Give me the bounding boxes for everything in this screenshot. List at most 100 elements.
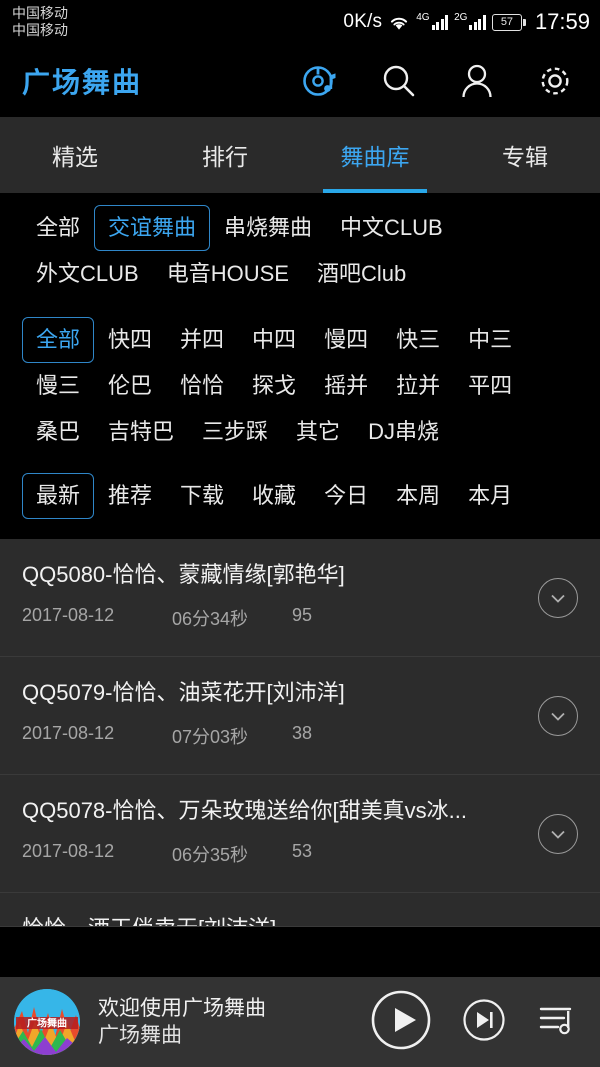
playlist-icon[interactable] bbox=[536, 999, 578, 1046]
chip-label: 串烧舞曲 bbox=[224, 215, 313, 240]
chevron-down-icon[interactable] bbox=[538, 577, 578, 618]
tab-paihang[interactable]: 排行 bbox=[150, 117, 300, 193]
filter-style-bingsi[interactable]: 并四 bbox=[166, 317, 238, 363]
song-count: 38 bbox=[292, 722, 313, 743]
chip-label: 桑巴 bbox=[36, 419, 81, 444]
filter-style-qiaqia[interactable]: 恰恰 bbox=[166, 363, 238, 409]
chip-label: 快四 bbox=[108, 327, 153, 352]
song-duration: 06分35秒 bbox=[172, 844, 249, 865]
filter-panel: 全部 交谊舞曲 串烧舞曲 中文CLUB 外文CLUB 电音HOUSE 酒吧Clu… bbox=[0, 193, 600, 539]
chip-label: 本月 bbox=[468, 483, 513, 508]
carrier-sim2: 中国移动 bbox=[12, 22, 68, 38]
filter-style-jitba[interactable]: 吉特巴 bbox=[94, 409, 188, 455]
filter-sort-jinri[interactable]: 今日 bbox=[310, 473, 382, 519]
now-playing-artist: 广场舞曲 bbox=[98, 1024, 182, 1047]
chip-label: 并四 bbox=[180, 327, 225, 352]
header-actions bbox=[300, 60, 582, 102]
chip-label: 全部 bbox=[36, 215, 81, 240]
filter-style-dj-chuanshao[interactable]: DJ串烧 bbox=[354, 409, 453, 455]
battery-icon: 57 bbox=[491, 13, 526, 31]
chip-label: 吉特巴 bbox=[108, 419, 175, 444]
sim1-signal-bars bbox=[431, 14, 449, 30]
filter-category-chuanshaowuqu[interactable]: 串烧舞曲 bbox=[210, 205, 326, 251]
filter-style-labing[interactable]: 拉并 bbox=[382, 363, 454, 409]
album-art[interactable]: 广场舞曲 bbox=[14, 989, 80, 1055]
table-row[interactable]: QQ5078-恰恰、万朵玫瑰送给你[甜美真vs冰... 2017-08-12 0… bbox=[0, 775, 600, 893]
filter-category-quanbu[interactable]: 全部 bbox=[22, 205, 94, 251]
filter-sort-xiazai[interactable]: 下载 bbox=[166, 473, 238, 519]
filter-style-mansi[interactable]: 慢四 bbox=[310, 317, 382, 363]
song-count: 53 bbox=[292, 840, 313, 861]
filter-style-mansan[interactable]: 慢三 bbox=[22, 363, 94, 409]
filter-style-kuaisan[interactable]: 快三 bbox=[382, 317, 454, 363]
sim2-signal-bars bbox=[469, 14, 486, 30]
song-duration: 06分34秒 bbox=[172, 608, 249, 629]
now-playing-info: 欢迎使用广场舞曲 广场舞曲 bbox=[98, 995, 266, 1050]
song-duration: 07分03秒 bbox=[172, 726, 249, 747]
song-title: 恰恰、酒干倘卖无[刘沛洋] bbox=[22, 915, 578, 926]
chip-label: 中三 bbox=[468, 327, 513, 352]
carrier-sim1: 中国移动 bbox=[12, 5, 68, 22]
table-row[interactable]: QQ5080-恰恰、蒙藏情缘[郭艳华] 2017-08-12 06分34秒 95 bbox=[0, 539, 600, 657]
song-title: QQ5079-恰恰、油菜花开[刘沛洋] bbox=[22, 680, 345, 705]
settings-gear-icon[interactable] bbox=[534, 60, 576, 102]
next-track-icon[interactable] bbox=[462, 998, 506, 1047]
filter-category-jiuba-club[interactable]: 酒吧Club bbox=[303, 251, 420, 297]
table-row[interactable]: QQ5079-恰恰、油菜花开[刘沛洋] 2017-08-12 07分03秒 38 bbox=[0, 657, 600, 775]
filter-style-lunba[interactable]: 伦巴 bbox=[94, 363, 166, 409]
chevron-down-icon[interactable] bbox=[538, 813, 578, 854]
chip-label: 探戈 bbox=[252, 373, 297, 398]
chip-label: 电音HOUSE bbox=[166, 261, 289, 286]
chip-label: 平四 bbox=[468, 373, 513, 398]
user-icon[interactable] bbox=[456, 60, 498, 102]
filter-style-sanbucai[interactable]: 三步踩 bbox=[188, 409, 282, 455]
chip-label: 中文CLUB bbox=[340, 215, 443, 240]
chip-label: 交谊舞曲 bbox=[108, 215, 197, 240]
filter-sort-benzhou[interactable]: 本周 bbox=[382, 473, 454, 519]
song-date: 2017-08-12 bbox=[22, 840, 115, 861]
filter-category-jiaoyiwuqu[interactable]: 交谊舞曲 bbox=[94, 205, 211, 251]
filter-style-zhongsan[interactable]: 中三 bbox=[454, 317, 526, 363]
tab-zhuanji[interactable]: 专辑 bbox=[450, 117, 600, 193]
filter-style-qita[interactable]: 其它 bbox=[282, 409, 354, 455]
filter-style-tange[interactable]: 探戈 bbox=[238, 363, 310, 409]
status-clock: 17:59 bbox=[534, 9, 590, 34]
filter-style-zhongsi[interactable]: 中四 bbox=[238, 317, 310, 363]
tab-jingxuan[interactable]: 精选 bbox=[0, 117, 150, 193]
svg-text:广场舞曲: 广场舞曲 bbox=[27, 1017, 67, 1030]
chip-label: 全部 bbox=[36, 327, 81, 352]
song-list: QQ5080-恰恰、蒙藏情缘[郭艳华] 2017-08-12 06分34秒 95… bbox=[0, 539, 600, 927]
filter-style-sangba[interactable]: 桑巴 bbox=[22, 409, 94, 455]
filter-sort-tuijian[interactable]: 推荐 bbox=[94, 473, 166, 519]
filter-style-kuaisi[interactable]: 快四 bbox=[94, 317, 166, 363]
filter-sort-benyue[interactable]: 本月 bbox=[454, 473, 526, 519]
filter-category-dianyin-house[interactable]: 电音HOUSE bbox=[153, 251, 303, 297]
network-speed: 0K/s bbox=[343, 11, 383, 32]
table-row[interactable]: 恰恰、酒干倘卖无[刘沛洋] bbox=[0, 893, 600, 927]
chip-label: 恰恰 bbox=[180, 373, 225, 398]
filter-style-yaobing[interactable]: 摇并 bbox=[310, 363, 382, 409]
chip-label: 其它 bbox=[296, 419, 341, 444]
wifi-icon bbox=[388, 13, 410, 31]
song-title: QQ5078-恰恰、万朵玫瑰送给你[甜美真vs冰... bbox=[22, 798, 467, 823]
mini-player-bar: 广场舞曲 欢迎使用广场舞曲 广场舞曲 bbox=[0, 977, 600, 1067]
filter-style-pingsi[interactable]: 平四 bbox=[454, 363, 526, 409]
filter-category-waiwen-club[interactable]: 外文CLUB bbox=[22, 251, 153, 297]
filter-category-zhongwen-club[interactable]: 中文CLUB bbox=[326, 205, 457, 251]
chip-label: 慢四 bbox=[324, 327, 369, 352]
tab-wuqu-ku[interactable]: 舞曲库 bbox=[300, 117, 450, 193]
status-indicators: 0K/s 4G 2G 57 17:59 bbox=[343, 9, 590, 35]
play-icon[interactable] bbox=[370, 989, 432, 1056]
chip-label: 中四 bbox=[252, 327, 297, 352]
music-disc-icon[interactable] bbox=[300, 60, 342, 102]
song-meta: 2017-08-12 06分35秒 53 bbox=[22, 841, 578, 867]
chip-label: 摇并 bbox=[324, 373, 369, 398]
filter-sort-shoucang[interactable]: 收藏 bbox=[238, 473, 310, 519]
chevron-down-icon[interactable] bbox=[538, 695, 578, 736]
filter-style-quanbu[interactable]: 全部 bbox=[22, 317, 95, 363]
song-date: 2017-08-12 bbox=[22, 722, 115, 743]
filter-sort-zuixin[interactable]: 最新 bbox=[22, 473, 95, 519]
tab-label: 舞曲库 bbox=[340, 144, 410, 170]
search-icon[interactable] bbox=[378, 60, 420, 102]
sim2-signal-icon: 2G bbox=[454, 13, 486, 30]
